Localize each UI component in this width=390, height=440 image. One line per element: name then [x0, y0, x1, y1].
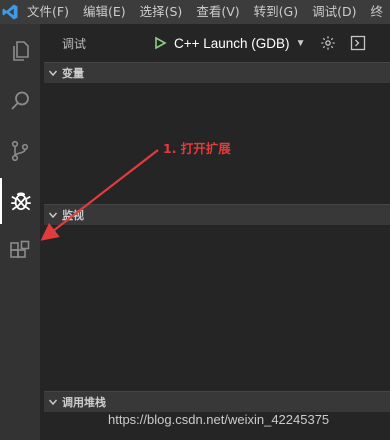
- watch-label: 监视: [62, 209, 84, 222]
- extensions-icon[interactable]: [0, 228, 40, 274]
- menu-debug[interactable]: 调试(D): [305, 0, 363, 24]
- menu-go[interactable]: 转到(G): [247, 0, 305, 24]
- gear-icon[interactable]: [317, 32, 339, 54]
- annotation-label: 1. 打开扩展: [163, 141, 231, 156]
- search-icon[interactable]: [0, 78, 40, 124]
- watermark: https://blog.csdn.net/weixin_42245375: [108, 412, 330, 427]
- chevron-down-icon: [44, 397, 62, 407]
- vscode-logo-icon: [0, 0, 20, 24]
- activity-bar: [0, 24, 40, 440]
- files-icon[interactable]: [0, 28, 40, 74]
- watch-panel: [44, 225, 390, 390]
- debug-title: 调试: [62, 36, 87, 51]
- variables-section-header[interactable]: 变量: [44, 62, 390, 83]
- menu-view[interactable]: 查看(V): [189, 0, 246, 24]
- menu-edit[interactable]: 编辑(E): [76, 0, 133, 24]
- menu-selection[interactable]: 选择(S): [133, 0, 190, 24]
- debug-icon[interactable]: [0, 178, 40, 224]
- menu-terminal[interactable]: 终: [363, 0, 390, 24]
- source-control-icon[interactable]: [0, 128, 40, 174]
- chevron-down-icon: ▼: [295, 37, 306, 49]
- call-stack-label: 调用堆栈: [62, 396, 106, 409]
- debug-toolbar: 调试 C++ Launch (GDB) ▼: [40, 24, 390, 62]
- call-stack-section-header[interactable]: 调用堆栈: [44, 391, 390, 412]
- open-console-icon[interactable]: [347, 32, 369, 54]
- start-debugging-icon[interactable]: [150, 33, 170, 53]
- chevron-down-icon: [44, 210, 62, 220]
- variables-label: 变量: [62, 67, 84, 80]
- chevron-down-icon: [44, 68, 62, 78]
- launch-config-select[interactable]: C++ Launch (GDB) ▼: [148, 32, 309, 54]
- debug-sidebar: 调试 C++ Launch (GDB) ▼ 变量 监视 调用堆栈: [40, 24, 390, 440]
- watch-section-header[interactable]: 监视: [44, 204, 390, 225]
- launch-config-label: C++ Launch (GDB): [174, 35, 290, 51]
- menu-bar: 文件(F) 编辑(E) 选择(S) 查看(V) 转到(G) 调试(D) 终: [0, 0, 390, 24]
- menu-file[interactable]: 文件(F): [20, 0, 76, 24]
